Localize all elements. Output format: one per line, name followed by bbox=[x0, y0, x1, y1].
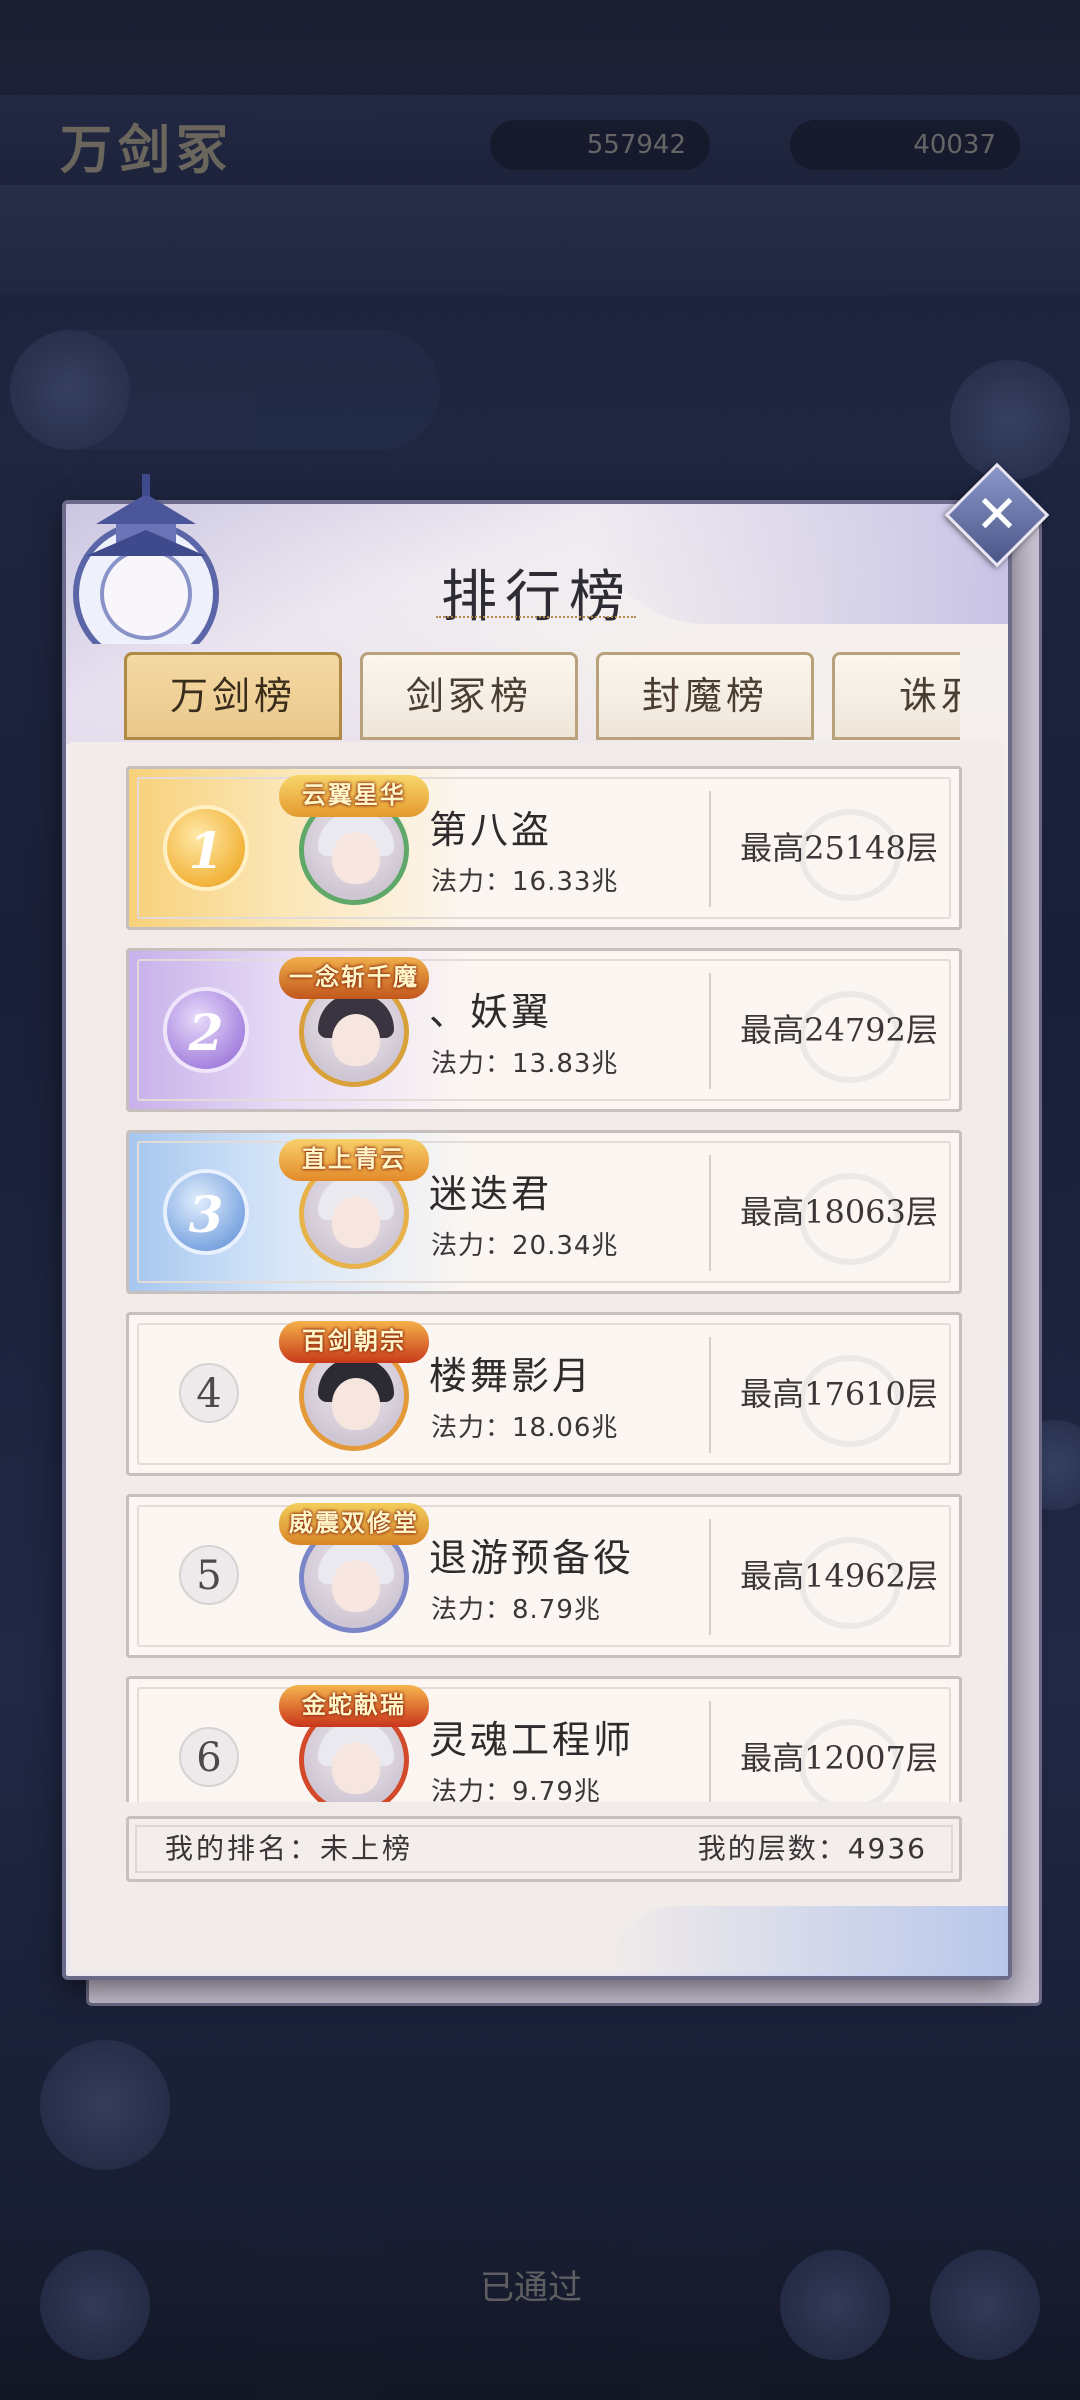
player-power: 法力：20.34兆 bbox=[431, 1231, 619, 1261]
background-icon bbox=[780, 2250, 890, 2360]
player-name: 第八盗 bbox=[429, 808, 553, 852]
title-badge: 云翼星华 bbox=[279, 775, 429, 817]
best-floor: 最高14962层 bbox=[740, 1557, 938, 1595]
tab-bar: 万剑榜 剑冢榜 封魔榜 诛邪 bbox=[124, 652, 960, 742]
player-name: 退游预备役 bbox=[429, 1536, 635, 1580]
title-badge: 金蛇献瑞 bbox=[279, 1685, 429, 1727]
player-name: 迷迭君 bbox=[429, 1172, 553, 1216]
title-decoration bbox=[436, 616, 636, 628]
tab-zhuxie[interactable]: 诛邪 bbox=[832, 652, 960, 740]
row-divider bbox=[709, 791, 711, 907]
title-badge: 威震双修堂 bbox=[279, 1503, 429, 1545]
list-item[interactable]: 4 百剑朝宗 楼舞影月 法力：18.06兆 最高17610层 bbox=[126, 1312, 962, 1476]
rank-medal: 1 bbox=[163, 805, 249, 891]
title-badge: 百剑朝宗 bbox=[279, 1321, 429, 1363]
close-icon: ✕ bbox=[975, 485, 1019, 545]
player-power: 法力：18.06兆 bbox=[431, 1413, 619, 1443]
tab-jianzhong[interactable]: 剑冢榜 bbox=[360, 652, 578, 740]
best-floor: 最高24792层 bbox=[740, 1011, 938, 1049]
rank-medal: 3 bbox=[163, 1169, 249, 1255]
tab-fengmo[interactable]: 封魔榜 bbox=[596, 652, 814, 740]
leaderboard-modal: 排行榜 万剑榜 剑冢榜 封魔榜 诛邪 1 云翼星华 第八盗 法力：16.33兆 … bbox=[62, 474, 1012, 1980]
background-bottom-bar: 已通过 bbox=[0, 2220, 1080, 2400]
currency-pill-2: 40037 bbox=[790, 120, 1020, 170]
background-title: 万剑冢 bbox=[60, 120, 235, 181]
row-divider bbox=[709, 1337, 711, 1453]
background-icon bbox=[10, 330, 130, 450]
list-item[interactable]: 3 直上青云 迷迭君 法力：20.34兆 最高18063层 bbox=[126, 1130, 962, 1294]
player-name: 灵魂工程师 bbox=[429, 1718, 635, 1762]
back-icon bbox=[40, 2250, 150, 2360]
row-divider bbox=[709, 1155, 711, 1271]
player-power: 法力：16.33兆 bbox=[431, 867, 619, 897]
player-power: 法力：8.79兆 bbox=[431, 1595, 601, 1625]
player-power: 法力：9.79兆 bbox=[431, 1777, 601, 1802]
currency-pill-1: 557942 bbox=[490, 120, 710, 170]
best-floor: 最高12007层 bbox=[740, 1739, 938, 1777]
background-bottom-label: 已通过 bbox=[480, 2268, 582, 2308]
list-item[interactable]: 2 一念斩千魔 、妖翼 法力：13.83兆 最高24792层 bbox=[126, 948, 962, 1112]
row-divider bbox=[709, 1519, 711, 1635]
player-power: 法力：13.83兆 bbox=[431, 1049, 619, 1079]
rank-number: 6 bbox=[179, 1727, 239, 1787]
rank-number: 4 bbox=[179, 1363, 239, 1423]
background-icon bbox=[950, 360, 1070, 480]
background-icon bbox=[40, 2040, 170, 2170]
leaderboard-list[interactable]: 1 云翼星华 第八盗 法力：16.33兆 最高25148层 2 一念斩千魔 、妖… bbox=[66, 766, 1016, 1802]
rank-number: 5 bbox=[179, 1545, 239, 1605]
best-floor: 最高25148层 bbox=[740, 829, 938, 867]
player-name: 、妖翼 bbox=[429, 990, 553, 1034]
background-banner bbox=[0, 185, 1080, 295]
footer-decoration bbox=[608, 1906, 1008, 1976]
row-divider bbox=[709, 973, 711, 1089]
tab-wanjian[interactable]: 万剑榜 bbox=[124, 652, 342, 740]
title-badge: 一念斩千魔 bbox=[279, 957, 429, 999]
my-rank-bar: 我的排名：未上榜 我的层数：4936 bbox=[126, 1816, 962, 1882]
background-icon bbox=[930, 2250, 1040, 2360]
rank-medal: 2 bbox=[163, 987, 249, 1073]
my-floor-text: 我的层数：4936 bbox=[697, 1832, 927, 1865]
my-rank-text: 我的排名：未上榜 bbox=[165, 1832, 414, 1865]
list-item[interactable]: 6 金蛇献瑞 灵魂工程师 法力：9.79兆 最高12007层 bbox=[126, 1676, 962, 1802]
title-badge: 直上青云 bbox=[279, 1139, 429, 1181]
best-floor: 最高18063层 bbox=[740, 1193, 938, 1231]
list-item[interactable]: 5 威震双修堂 退游预备役 法力：8.79兆 最高14962层 bbox=[126, 1494, 962, 1658]
row-divider bbox=[709, 1701, 711, 1802]
list-item[interactable]: 1 云翼星华 第八盗 法力：16.33兆 最高25148层 bbox=[126, 766, 962, 930]
player-name: 楼舞影月 bbox=[429, 1354, 594, 1398]
best-floor: 最高17610层 bbox=[740, 1375, 938, 1413]
